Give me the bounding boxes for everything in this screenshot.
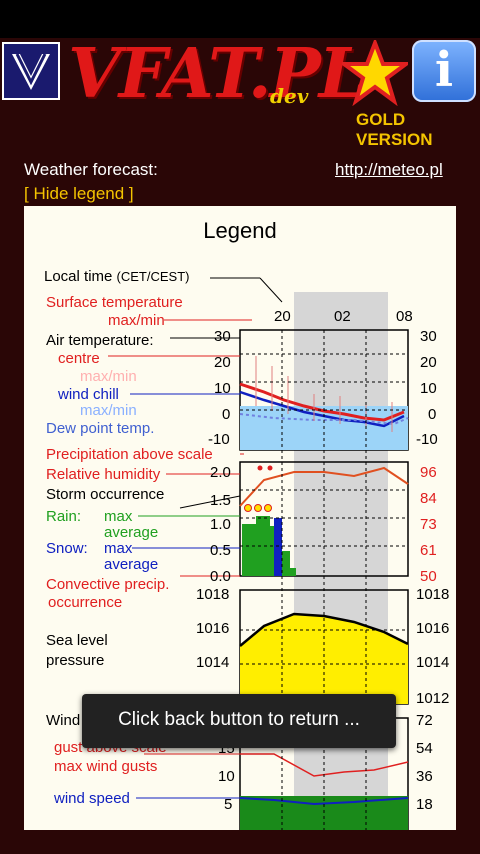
temp-tick-right: 10 [420, 380, 437, 397]
storm-label: Storm occurrence [46, 486, 165, 503]
max-wind-gusts-label: max wind gusts [54, 758, 158, 775]
info-button[interactable]: i [412, 40, 476, 102]
local-time-label: Local time (CET/CEST) [44, 268, 190, 285]
air-temp-label: Air temperature: [46, 332, 154, 349]
precip-tick: 0.5 [210, 542, 231, 559]
hour-label: 20 [274, 308, 291, 325]
meteo-link[interactable]: http://meteo.pl [335, 160, 443, 180]
precip-tick: 1.5 [210, 492, 231, 509]
pressure-tick-right: 1012 [416, 690, 450, 707]
app-header: VFAT.PL dev i GOLD VERSION [0, 34, 480, 149]
rain-max-label: max [104, 508, 133, 525]
surface-maxmin-label: max/min [108, 312, 165, 329]
humidity-tick: 84 [420, 490, 437, 507]
conv-precip-label: Convective precip. [46, 576, 170, 593]
temp-tick-right: 20 [420, 354, 437, 371]
temp-tick: 20 [214, 354, 231, 371]
snow-max-label: max [104, 540, 133, 557]
pressure-tick-right: 1018 [416, 586, 450, 603]
temp-tick: 30 [214, 328, 231, 345]
wind-tick-right: 54 [416, 740, 433, 757]
wind-chill-maxmin-label: max/min [80, 402, 137, 419]
info-icon: i [434, 42, 454, 98]
occurrence-label: occurrence [48, 594, 123, 611]
humidity-tick: 73 [420, 516, 437, 533]
temp-tick: 0 [222, 406, 231, 423]
brand-title: VFAT.PL [68, 34, 367, 114]
temp-tick-right: 0 [428, 406, 437, 423]
centre-label: centre [58, 350, 100, 367]
pressure-tick: 1016 [196, 620, 230, 637]
humidity-tick: 96 [420, 464, 437, 481]
pressure-tick-right: 1016 [416, 620, 450, 637]
humidity-tick: 61 [420, 542, 437, 559]
wind-tick-right: 72 [416, 712, 433, 729]
temp-tick-right: -10 [416, 431, 438, 448]
hour-label: 02 [334, 308, 351, 325]
dew-point-label: Dew point temp. [46, 420, 155, 437]
toast-text: Click back button to return ... [118, 709, 360, 730]
wind-label: Wind [46, 712, 81, 729]
star-icon[interactable] [342, 40, 408, 106]
precip-above-label: Precipitation above scale [46, 446, 213, 463]
wind-chill-label: wind chill [58, 386, 119, 403]
precip-tick: 0.0 [210, 568, 231, 585]
wind-tick-right: 18 [416, 796, 433, 813]
rain-label: Rain: [46, 508, 82, 525]
precip-tick: 2.0 [210, 464, 231, 481]
wind-tick-right: 36 [416, 768, 433, 785]
wind-tick: 5 [224, 796, 233, 813]
air-maxmin-label: max/min [80, 368, 137, 385]
brand-subtitle: dev [270, 84, 309, 108]
rain-average-label: average [104, 524, 159, 541]
forecast-label: Weather forecast: [24, 160, 158, 179]
pressure-tick-right: 1014 [416, 654, 450, 671]
toast-message: Click back button to return ... [82, 694, 396, 748]
temp-tick: 10 [214, 380, 231, 397]
status-bar [0, 0, 480, 38]
snow-average-label: average [104, 556, 159, 573]
hour-label: 08 [396, 308, 413, 325]
pressure-tick: 1014 [196, 654, 230, 671]
precip-tick: 1.0 [210, 516, 231, 533]
pressure-label: pressure [46, 652, 105, 669]
rel-humidity-label: Relative humidity [46, 466, 161, 483]
pressure-tick: 1018 [196, 586, 230, 603]
humidity-tick: 50 [420, 568, 437, 585]
temp-tick-right: 30 [420, 328, 437, 345]
hide-legend-link[interactable]: [ Hide legend ] [24, 184, 134, 204]
vfat-logo-icon[interactable] [2, 42, 60, 100]
wind-speed-label: wind speed [54, 790, 130, 807]
wind-tick: 10 [218, 768, 235, 785]
snow-label: Snow: [46, 540, 88, 557]
gold-version-label: GOLD VERSION [356, 110, 433, 149]
sea-level-label: Sea level [46, 632, 108, 649]
surface-temp-label: Surface temperature [46, 294, 183, 311]
